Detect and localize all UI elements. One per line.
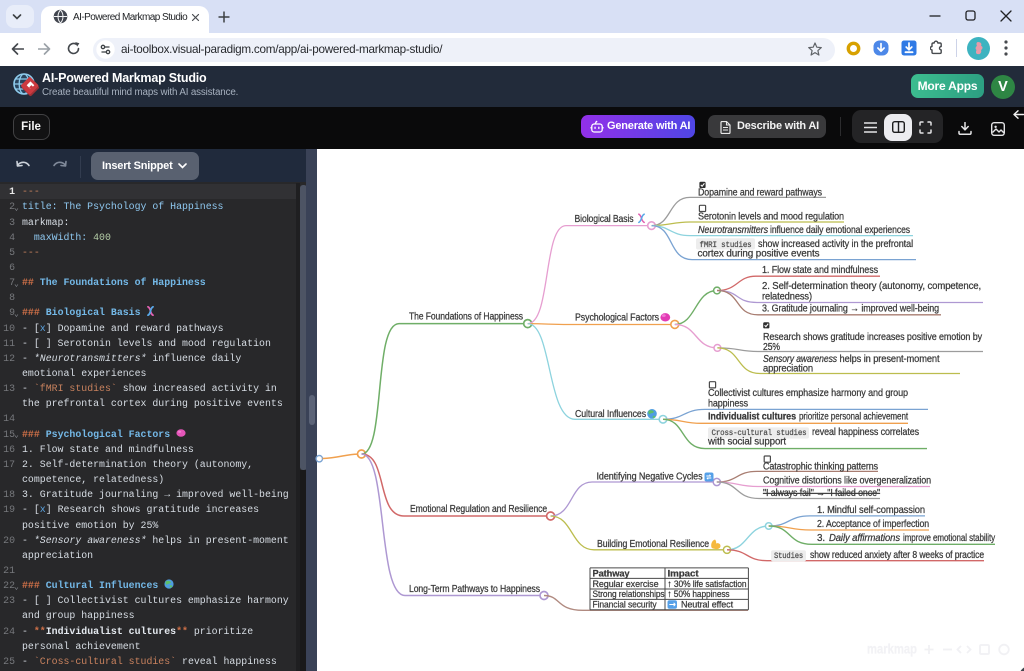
svg-text:Studies: Studies: [774, 551, 803, 561]
svg-text:"I always fail" → "I failed on: "I always fail" → "I failed once": [763, 488, 881, 499]
svg-text:Collectivist cultures emphasiz: Collectivist cultures emphasize harmony …: [708, 388, 908, 399]
svg-text:cortex during positive events: cortex during positive events: [698, 249, 820, 260]
svg-text:Pathway: Pathway: [593, 568, 631, 579]
svg-text:Long-Term Pathways to Happines: Long-Term Pathways to Happiness: [409, 584, 540, 595]
svg-text:markmap: markmap: [867, 642, 917, 657]
svg-text:↑ 30% life satisfaction: ↑ 30% life satisfaction: [668, 579, 747, 590]
svg-text:3.: 3.: [817, 533, 825, 544]
svg-text:helps in present-moment: helps in present-moment: [840, 354, 940, 365]
svg-text:Individualist cultures: Individualist cultures: [708, 412, 796, 423]
svg-text:Serotonin levels and mood regu: Serotonin levels and mood regulation: [698, 212, 844, 223]
svg-text:The Foundations of Happiness: The Foundations of Happiness: [409, 312, 523, 323]
svg-text:1. Flow state and mindfulness: 1. Flow state and mindfulness: [762, 265, 878, 276]
svg-text:Catastrophic thinking patterns: Catastrophic thinking patterns: [763, 461, 878, 472]
svg-text:Strong relationships: Strong relationships: [593, 589, 665, 600]
svg-text:1. Mindful self-compassion: 1. Mindful self-compassion: [817, 505, 925, 516]
svg-text:Cognitive distortions like ove: Cognitive distortions like overgeneraliz…: [763, 476, 931, 487]
svg-text:Neutral effect: Neutral effect: [681, 600, 733, 611]
svg-text:relatedness): relatedness): [762, 292, 812, 303]
svg-text:Cultural Influences: Cultural Influences: [575, 409, 646, 420]
svg-text:2. Self-determination theory (: 2. Self-determination theory (autonomy, …: [762, 281, 981, 292]
svg-text:Research shows gratitude incre: Research shows gratitude increases posit…: [763, 332, 982, 343]
svg-text:Identifying Negative Cycles: Identifying Negative Cycles: [597, 472, 703, 483]
svg-text:↑ 50% happiness: ↑ 50% happiness: [668, 589, 730, 600]
svg-text:Financial security: Financial security: [593, 600, 657, 611]
svg-text:Emotional Regulation and Resil: Emotional Regulation and Resilience: [410, 504, 547, 515]
svg-text:influence daily emotional expe: influence daily emotional experiences: [770, 225, 910, 236]
svg-text:Building Emotional Resilience: Building Emotional Resilience: [597, 539, 709, 550]
svg-text:2. Acceptance of imperfection: 2. Acceptance of imperfection: [817, 519, 929, 530]
svg-text:Regular exercise: Regular exercise: [593, 579, 659, 590]
svg-text:Dopamine and reward pathways: Dopamine and reward pathways: [698, 187, 822, 198]
svg-text:with social support: with social support: [707, 436, 786, 447]
svg-text:prioritize personal achievemen: prioritize personal achievement: [799, 412, 908, 423]
svg-text:Daily affirmations: Daily affirmations: [829, 533, 900, 544]
svg-text:improve emotional stability: improve emotional stability: [903, 533, 995, 544]
svg-text:3. Gratitude journaling → impr: 3. Gratitude journaling → improved well-…: [762, 304, 939, 315]
svg-text:reveal happiness correlates: reveal happiness correlates: [812, 427, 919, 438]
svg-text:show reduced anxiety after 8 w: show reduced anxiety after 8 weeks of pr…: [810, 550, 984, 561]
svg-text:25%: 25%: [763, 342, 780, 353]
svg-text:Impact: Impact: [668, 568, 700, 579]
svg-text:Psychological Factors: Psychological Factors: [575, 313, 659, 324]
svg-text:happiness: happiness: [708, 399, 748, 410]
svg-text:appreciation: appreciation: [763, 363, 813, 374]
svg-text:Biological Basis: Biological Basis: [575, 214, 634, 225]
svg-text:Neurotransmitters: Neurotransmitters: [698, 225, 768, 236]
